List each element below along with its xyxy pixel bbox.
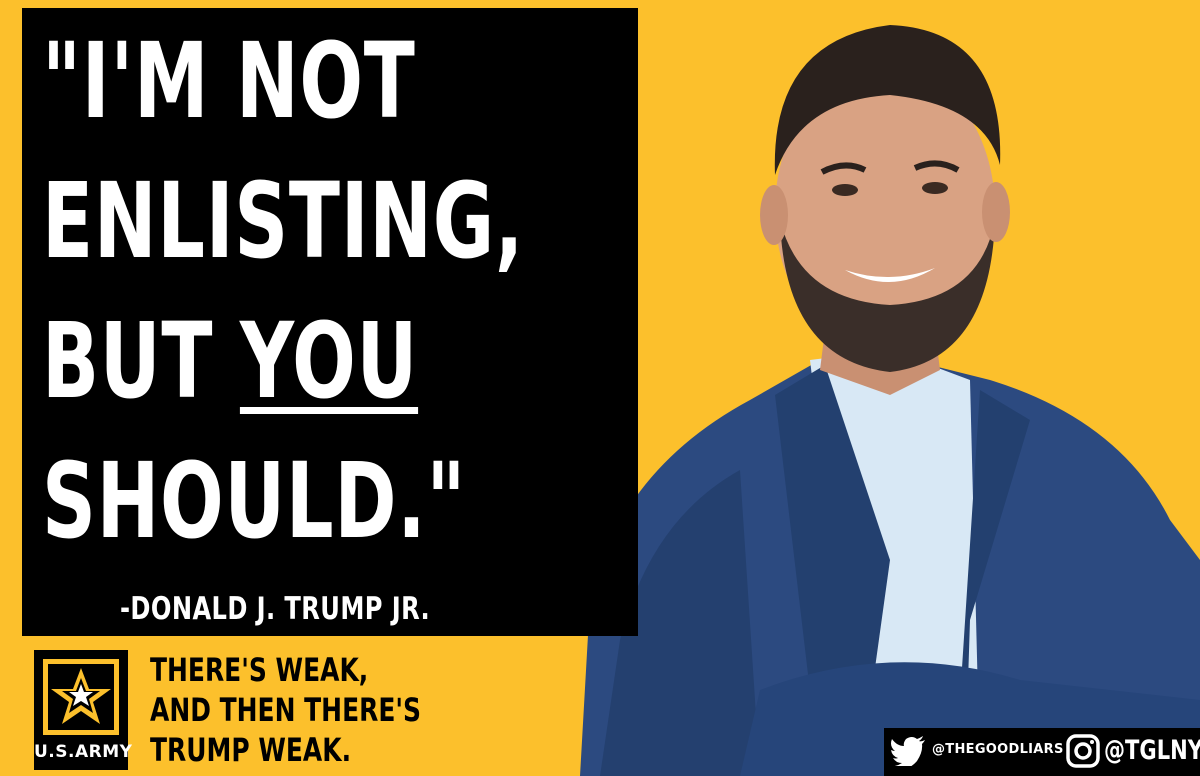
tagline-line-3: TRUMP WEAK.: [150, 731, 352, 769]
quote-line-3-start: BUT: [42, 300, 240, 422]
social-bar: @THEGOODLIARS @TGLNYC: [884, 728, 1200, 776]
tagline: THERE'S WEAK, AND THEN THERE'S TRUMP WEA…: [150, 650, 421, 770]
army-logo: U.S.ARMY: [34, 650, 133, 770]
quote-line-3: BUT YOU: [42, 306, 418, 416]
twitter-handle[interactable]: @THEGOODLIARS: [932, 742, 1064, 757]
quote-line-4: SHOULD.": [42, 440, 467, 562]
quote-box: "I'M NOT ENLISTING, BUT YOU SHOULD." -DO…: [22, 8, 638, 636]
quote-emphasis: YOU: [239, 300, 419, 422]
poster: "I'M NOT ENLISTING, BUT YOU SHOULD." -DO…: [0, 0, 1200, 776]
army-star-icon: [51, 668, 111, 724]
instagram-icon: [1066, 734, 1100, 768]
army-logo-text: U.S.ARMY: [34, 742, 133, 762]
portrait-photo: [580, 25, 1200, 776]
quote-line-1: "I'M NOT: [42, 20, 416, 142]
tagline-line-1: THERE'S WEAK,: [150, 651, 369, 689]
quote-attribution: -DONALD J. TRUMP JR.: [120, 591, 431, 627]
twitter-bird-icon: [890, 736, 925, 766]
quote-line-2: ENLISTING,: [42, 160, 525, 282]
instagram-handle[interactable]: @TGLNYC: [1104, 735, 1200, 766]
star-frame: [43, 659, 119, 735]
tagline-line-2: AND THEN THERE'S: [150, 691, 422, 729]
